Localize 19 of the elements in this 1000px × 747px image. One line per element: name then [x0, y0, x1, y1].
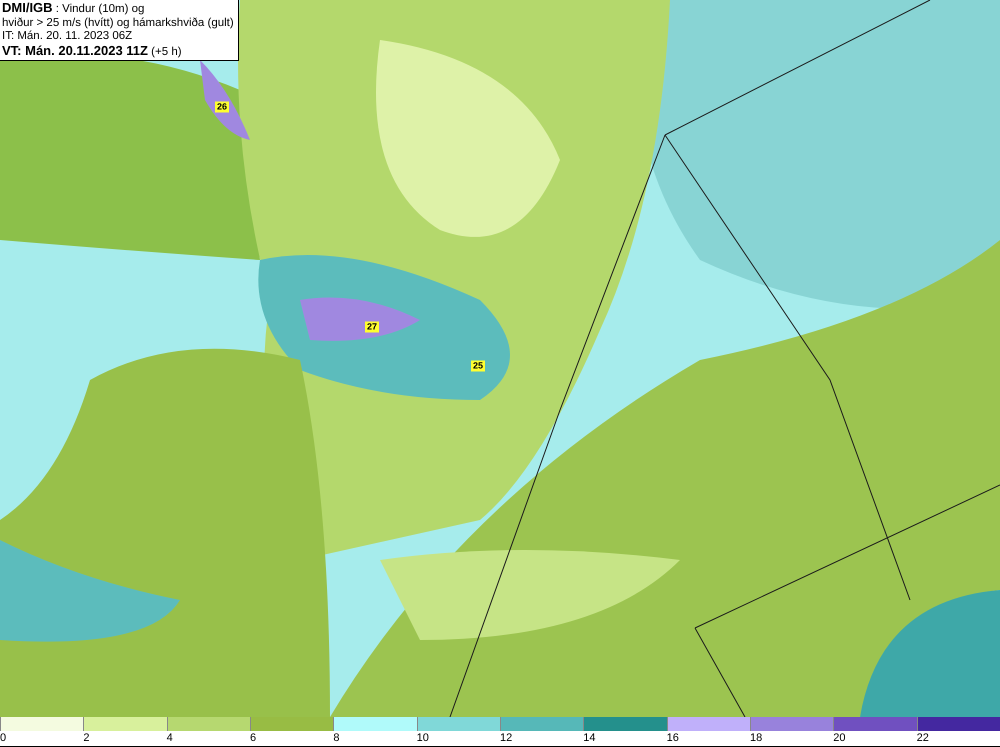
- info-text: hviður > 25 m/s (hvítt) og hámarkshviða (gult): [2, 16, 234, 30]
- scale-label: 14: [583, 731, 597, 745]
- scale-label: 10: [416, 731, 430, 745]
- scale-label: 22: [916, 731, 930, 745]
- scale-label: 6: [250, 731, 258, 745]
- gust-label: 27: [365, 322, 379, 332]
- scale-label: 16: [666, 731, 680, 745]
- scale-label: 2: [83, 731, 90, 745]
- scale-label: 12: [500, 731, 514, 745]
- scale-label: 20: [833, 731, 847, 745]
- scale-label: 18: [750, 731, 764, 745]
- info-text: VT: Mán. 20.11.2023 11Z (+5 h): [2, 44, 183, 59]
- gust-label: 26: [215, 102, 229, 112]
- scale-label: 0: [0, 731, 8, 745]
- info-text: DMI/IGB : Vindur (10m) og: [2, 1, 146, 16]
- scale-label: 8: [333, 731, 340, 745]
- info-text: IT: Mán. 20. 11. 2023 06Z: [2, 30, 134, 44]
- scale-label: 4: [166, 731, 174, 745]
- gust-label: 25: [471, 360, 485, 372]
